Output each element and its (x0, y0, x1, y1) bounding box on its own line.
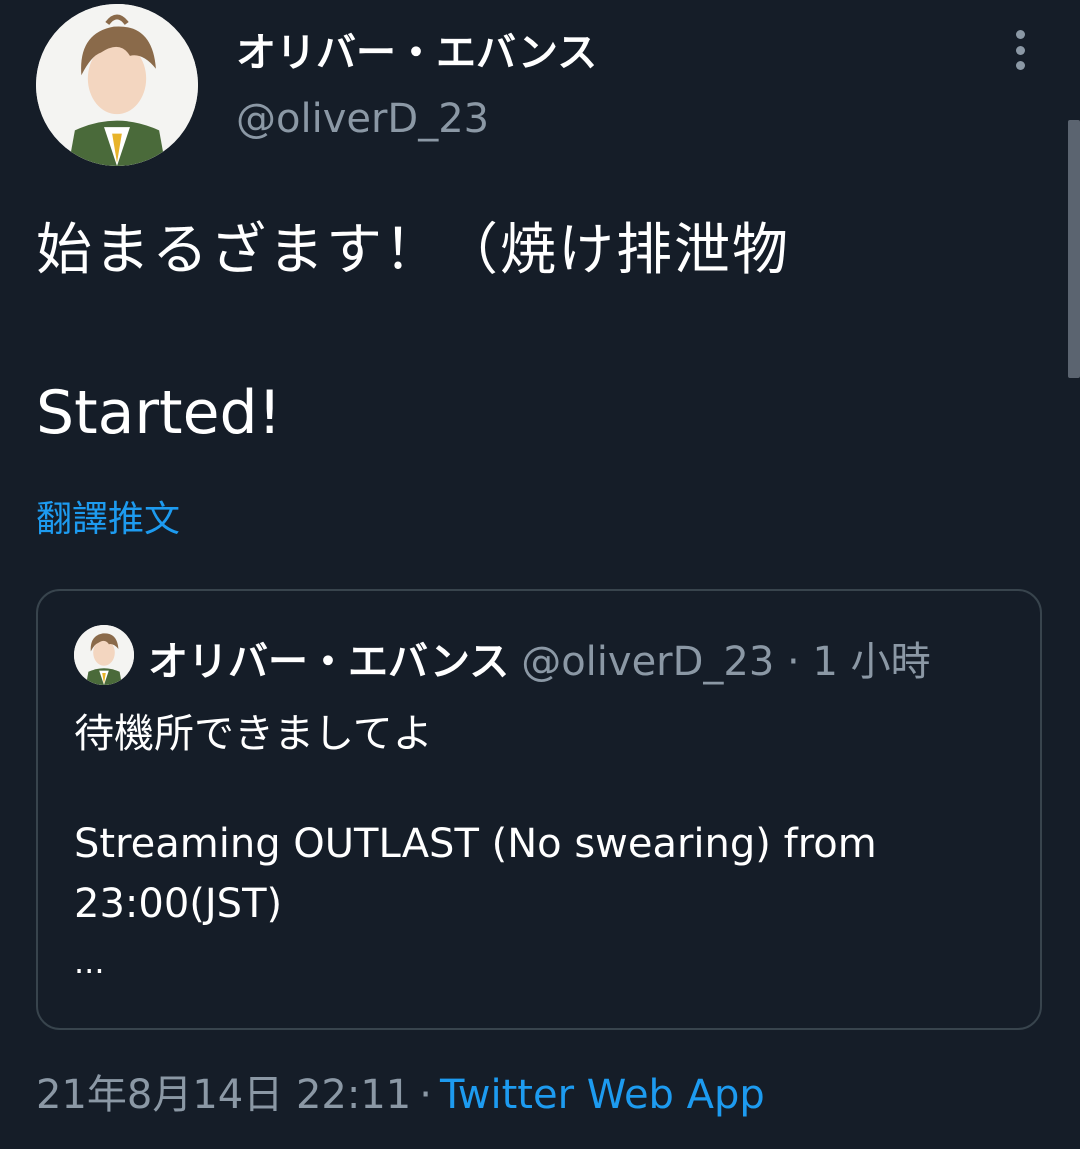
quoted-author-avatar[interactable] (74, 625, 134, 685)
quoted-tweet-ellipsis: ... (74, 943, 105, 981)
more-options-button[interactable] (1000, 26, 1040, 74)
more-vertical-icon-dot (1015, 61, 1025, 70)
tweet-detail-page: オリバー・エバンス @oliverD_23 始まるざます！（焼け排泄物 Star… (0, 0, 1080, 1149)
more-vertical-icon-dot (1015, 45, 1025, 55)
user-avatar-icon (74, 625, 134, 685)
quoted-author-meta: @oliverD_23 · 1 小時 (521, 639, 931, 685)
author-avatar[interactable] (36, 4, 198, 166)
tweet-text-line: Started! (36, 378, 282, 448)
quoted-author-display-name[interactable]: オリバー・エバンス (148, 639, 509, 685)
author-display-name[interactable]: オリバー・エバンス (236, 20, 597, 78)
tweet-text-line: 始まるざます！（焼け排泄物 (36, 218, 790, 283)
author-handle[interactable]: @oliverD_23 (236, 96, 489, 142)
tweet-timestamp[interactable]: 21年8月14日 22:11 (36, 1072, 411, 1118)
tweet-source-link[interactable]: Twitter Web App (440, 1072, 765, 1118)
tweet-footer: 21年8月14日 22:11 · Twitter Web App (36, 1062, 765, 1120)
scrollbar[interactable] (1068, 120, 1080, 378)
quoted-tweet-text-line: 待機所できましてよ (74, 711, 433, 757)
quoted-tweet-text-line: Streaming OUTLAST (No swearing) from (74, 821, 877, 867)
user-avatar-icon (36, 4, 198, 166)
quoted-tweet-text-line: 23:00(JST) (74, 881, 283, 927)
quoted-tweet-header: オリバー・エバンス @oliverD_23 · 1 小時 (148, 629, 931, 687)
translate-tweet-link[interactable]: 翻譯推文 (36, 490, 180, 542)
quoted-tweet-card[interactable]: オリバー・エバンス @oliverD_23 · 1 小時 待機所できましてよ St… (36, 589, 1042, 1030)
footer-separator: · (419, 1072, 432, 1118)
more-vertical-icon (1015, 30, 1025, 39)
